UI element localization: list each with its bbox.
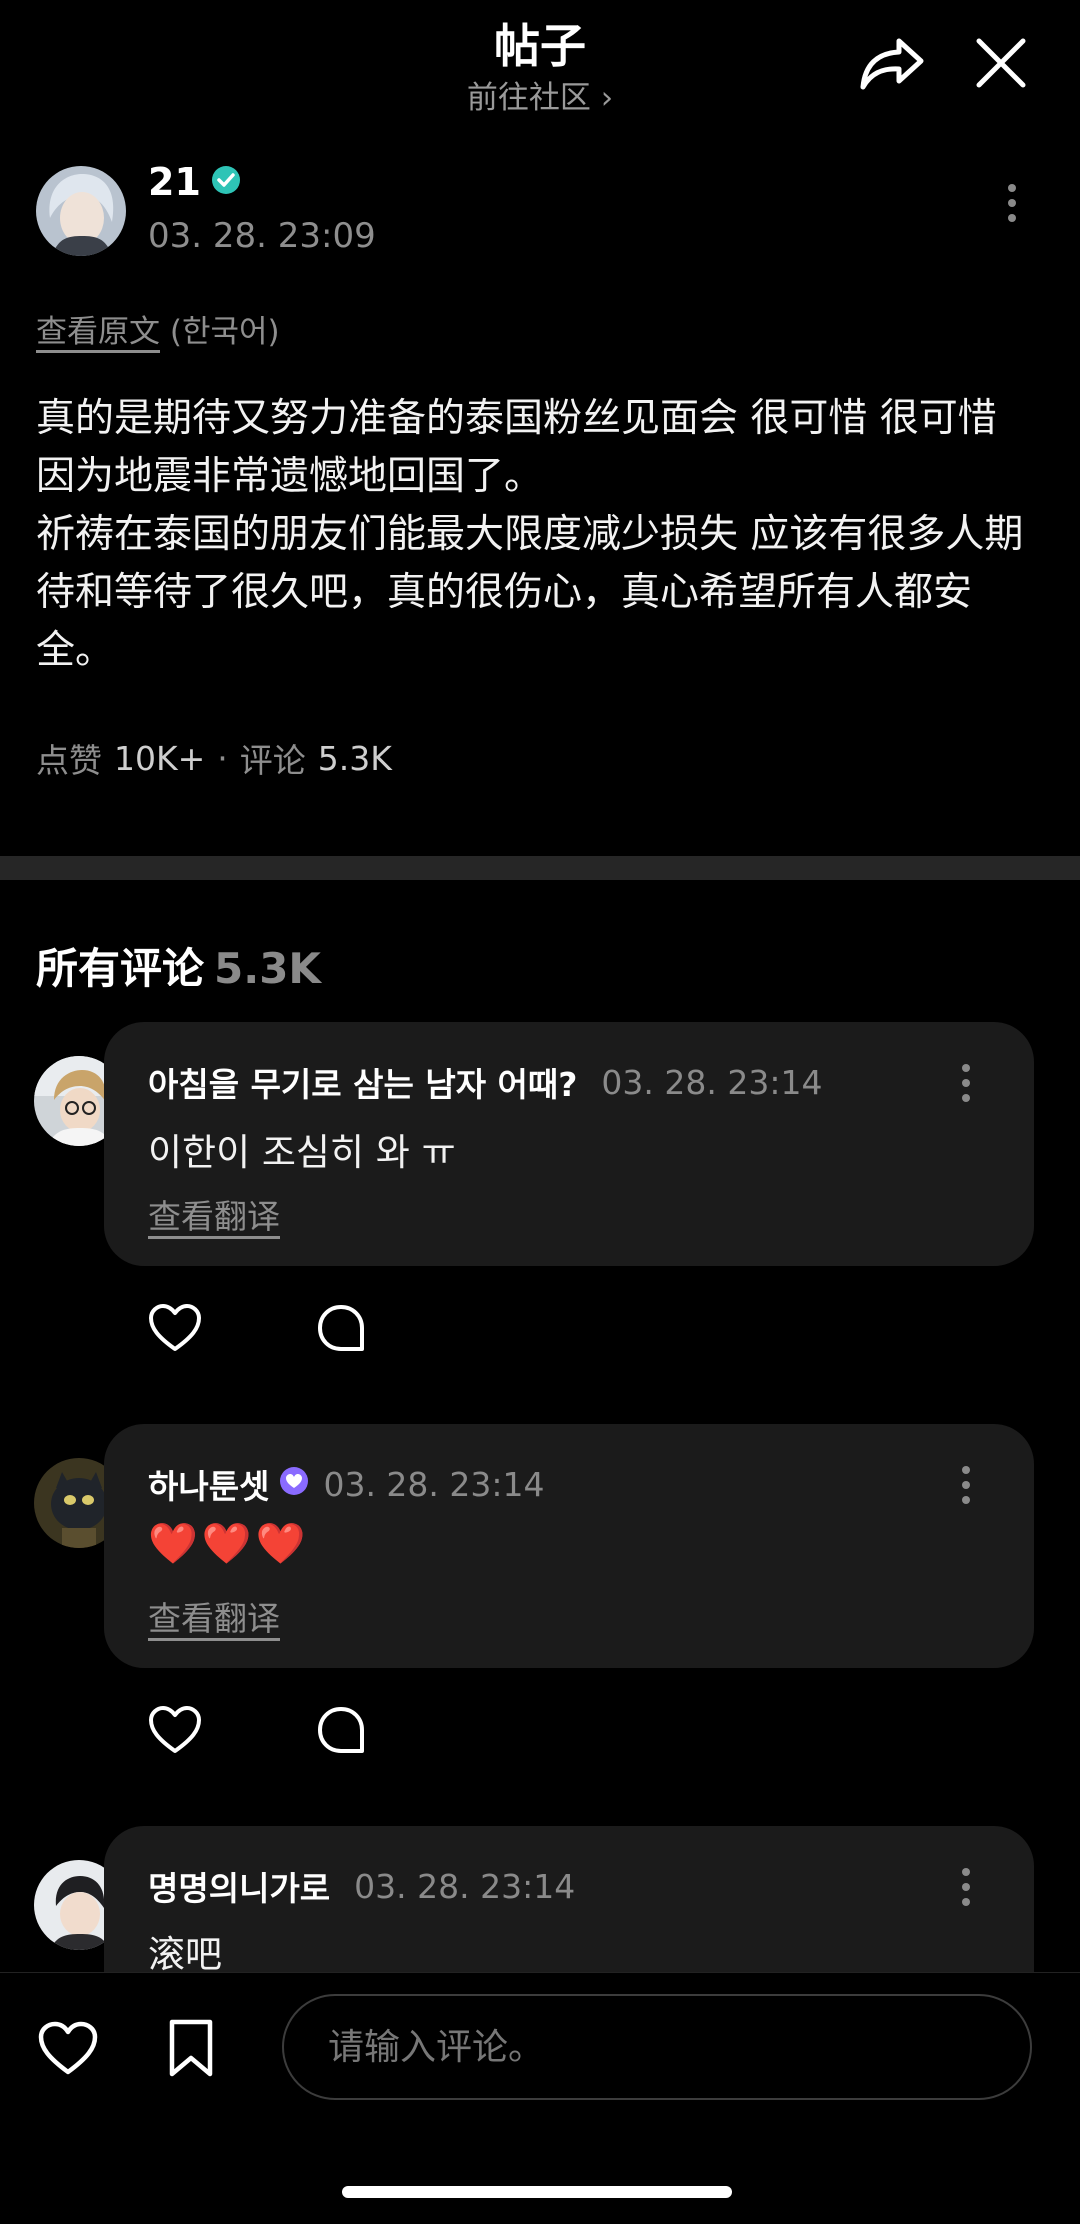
comment-bubble: 아침을 무기로 삼는 남자 어때? 03. 28. 23:14 이한이 조심히 … — [104, 1022, 1034, 1266]
comment-text: ❤️❤️❤️ — [148, 1521, 310, 1567]
comment-text: 이한이 조심히 와 ㅠ — [148, 1131, 456, 1174]
home-indicator[interactable] — [342, 2186, 732, 2198]
comment-time: 03. 28. 23:14 — [323, 1464, 545, 1504]
heart-icon[interactable] — [34, 2016, 102, 2080]
section-divider — [0, 856, 1080, 880]
post-paragraph: 真的是期待又努力准备的泰国粉丝见面会 很可惜 很可惜 因为地震非常遗憾地回国了。 — [36, 396, 997, 499]
view-original-link[interactable]: 查看原文 — [36, 314, 160, 350]
close-icon[interactable] — [966, 28, 1036, 98]
comment-more-icon[interactable] — [962, 1466, 970, 1504]
commenter-name[interactable]: 명명의니가로 — [148, 1862, 330, 1910]
original-language: (한국어) — [169, 314, 280, 350]
comment-more-icon[interactable] — [962, 1868, 970, 1906]
post-timestamp: 03. 28. 23:09 — [148, 216, 376, 256]
comment-input[interactable] — [282, 1994, 1032, 2100]
commenter-name[interactable]: 아침을 무기로 삼는 남자 어때? — [148, 1058, 577, 1106]
stats-separator: · — [217, 738, 228, 778]
post-body: 真的是期待又努力准备的泰国粉丝见面会 很可惜 很可惜 因为地震非常遗憾地回国了。… — [36, 390, 1046, 680]
bookmark-icon[interactable] — [160, 2014, 222, 2082]
author-avatar[interactable] — [36, 166, 126, 256]
all-comments-title: 所有评论 — [36, 944, 205, 993]
comment-time: 03. 28. 23:14 — [354, 1866, 576, 1906]
comment-time: 03. 28. 23:14 — [601, 1062, 823, 1102]
comments-label: 评论 — [239, 741, 306, 780]
comment-icon[interactable] — [310, 1298, 372, 1358]
post-stats: 点赞 10K+ · 评论 5.3K — [36, 734, 392, 782]
all-comments-heading: 所有评论 5.3K — [36, 935, 321, 996]
post-more-icon[interactable] — [1008, 184, 1016, 222]
heart-icon[interactable] — [144, 1298, 206, 1358]
share-icon[interactable] — [852, 28, 932, 98]
author-name[interactable]: 21 — [148, 160, 201, 204]
view-translation-link[interactable]: 查看翻译 — [148, 1190, 280, 1238]
likes-count: 10K+ — [114, 738, 206, 778]
view-translation-link[interactable]: 查看翻译 — [148, 1592, 280, 1640]
comment-icon[interactable] — [310, 1700, 372, 1760]
verified-badge-icon — [279, 1465, 309, 1504]
comment-text: 滚吧 — [148, 1933, 222, 1976]
comment-bubble: 하나툰셋 03. 28. 23:14 ❤️❤️❤️ 查看翻译 — [104, 1424, 1034, 1668]
all-comments-count: 5.3K — [214, 944, 321, 993]
heart-icon[interactable] — [144, 1700, 206, 1760]
verified-badge-icon — [211, 160, 241, 204]
comment-more-icon[interactable] — [962, 1064, 970, 1102]
likes-label: 点赞 — [36, 741, 102, 780]
comments-count: 5.3K — [317, 738, 392, 778]
post-paragraph: 祈祷在泰国的朋友们能最大限度减少损失 应该有很多人期待和等待了很久吧，真的很伤心… — [36, 512, 1024, 673]
commenter-name[interactable]: 하나툰셋 — [148, 1460, 269, 1508]
